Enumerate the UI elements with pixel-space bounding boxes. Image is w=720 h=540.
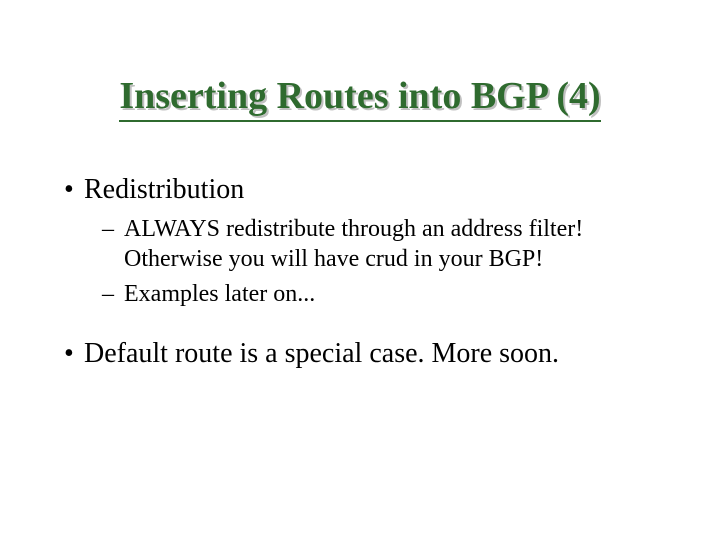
bullet-level1: •Default route is a special case. More s… [84,336,672,372]
sub-text: ALWAYS redistribute through an address f… [124,216,583,273]
dash-marker: – [102,214,124,245]
bullet-marker: • [64,172,84,208]
sub-bullet: –Examples later on... [124,279,642,310]
sub-bullet: –ALWAYS redistribute through an address … [124,214,642,275]
bullet-text: Default route is a special case. More so… [84,338,559,369]
bullet-level1: •Redistribution [84,172,672,208]
title-underline [119,120,600,122]
bullet-marker: • [64,336,84,372]
spacer [48,314,672,328]
slide-title: Inserting Routes into BGP (4) Inserting … [119,76,600,122]
sub-text: Examples later on... [124,281,315,307]
slide: Inserting Routes into BGP (4) Inserting … [0,0,720,540]
dash-marker: – [102,279,124,310]
slide-body: •Redistribution –ALWAYS redistribute thr… [0,122,720,372]
title-area: Inserting Routes into BGP (4) Inserting … [0,0,720,122]
sub-list: –ALWAYS redistribute through an address … [124,214,672,310]
bullet-text: Redistribution [84,174,244,205]
title-text: Inserting Routes into BGP (4) [119,75,600,117]
